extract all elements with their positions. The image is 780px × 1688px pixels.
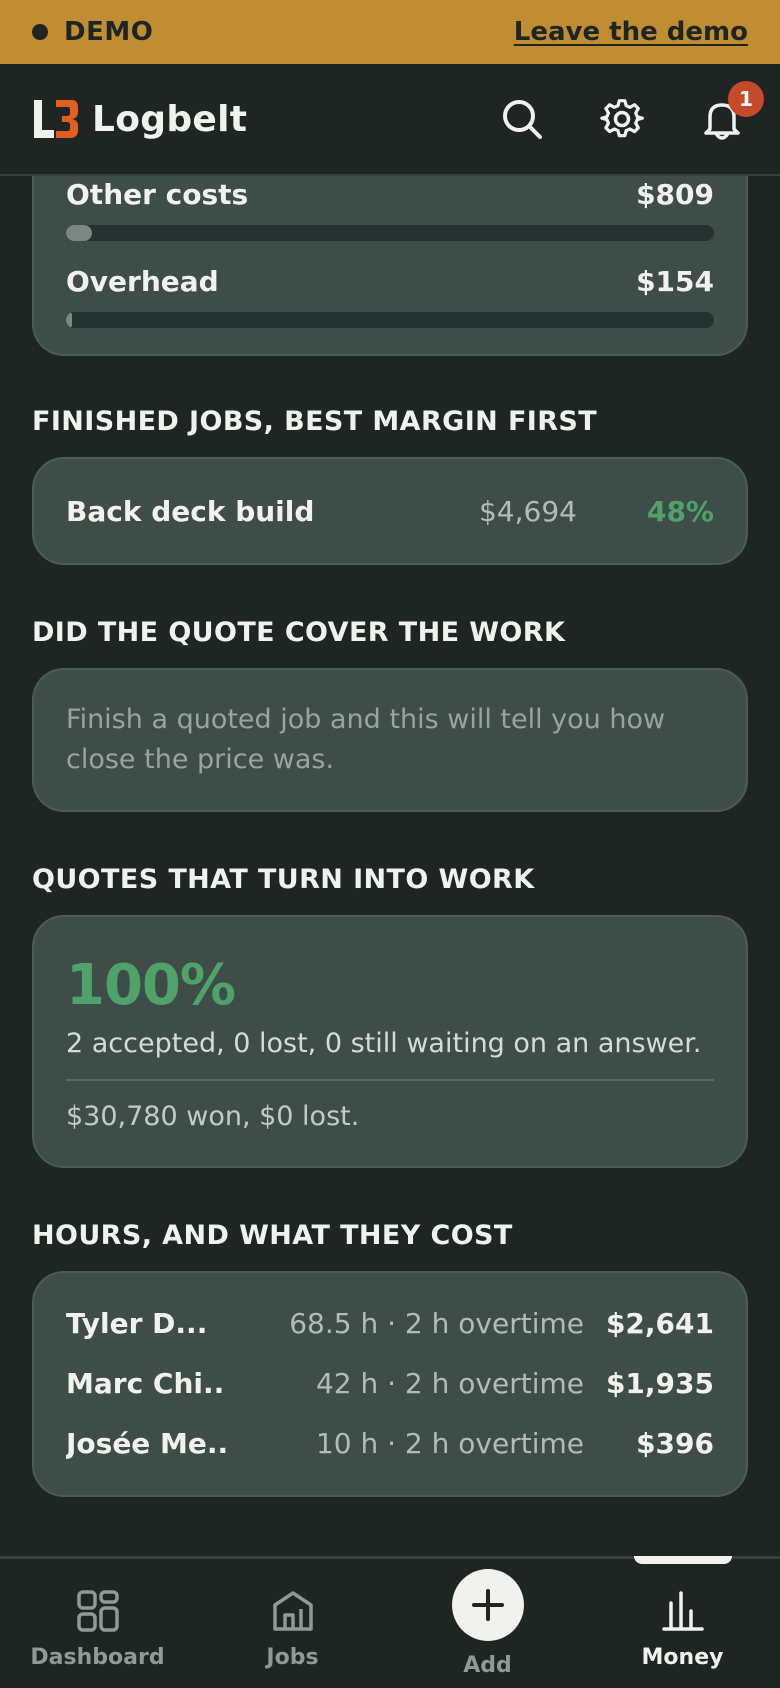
conversion-money: $30,780 won, $0 lost. <box>66 1101 360 1132</box>
quote-cover-title: DID THE QUOTE COVER THE WORK <box>32 617 566 648</box>
worker-hours: 68.5 h · 2 h overtime <box>289 1306 584 1340</box>
nav-dashboard[interactable]: Dashboard <box>0 1559 195 1670</box>
demo-dot-icon <box>32 24 48 40</box>
brand-name: Logbelt <box>92 98 248 140</box>
nav-label: Dashboard <box>30 1645 165 1670</box>
cost-amount: $809 <box>636 178 714 211</box>
cost-bar-fill <box>66 225 92 241</box>
hours-row[interactable]: Josée Me... 10 h · 2 h overtime $396 <box>66 1413 714 1473</box>
cost-label: Overhead <box>66 265 219 298</box>
add-button[interactable] <box>451 1569 524 1641</box>
dashboard-icon <box>76 1590 119 1632</box>
finished-jobs-card: Back deck build $4,694 48% <box>32 457 748 565</box>
cost-bar-overhead <box>66 312 714 328</box>
house-icon <box>272 1591 313 1631</box>
hours-row[interactable]: Tyler D... 68.5 h · 2 h overtime $2,641 <box>66 1293 714 1353</box>
quote-conversion-card: 100% 2 accepted, 0 lost, 0 still waiting… <box>32 915 748 1168</box>
brand[interactable]: Logbelt <box>32 98 247 140</box>
logbelt-logo-icon <box>34 100 78 138</box>
divider <box>66 1079 714 1081</box>
worker-hours: 10 h · 2 h overtime <box>315 1426 584 1460</box>
job-margin: 48% <box>646 494 714 528</box>
demo-indicator: DEMO <box>32 17 153 47</box>
nav-label: Jobs <box>266 1645 319 1670</box>
job-amount: $4,694 <box>478 494 577 528</box>
conversion-percent: 100% <box>66 953 236 1018</box>
demo-banner: DEMO Leave the demo <box>0 0 780 64</box>
leave-demo-link[interactable]: Leave the demo <box>514 17 748 47</box>
active-tab-indicator <box>633 1556 732 1564</box>
hours-card: Tyler D... 68.5 h · 2 h overtime $2,641 … <box>32 1271 748 1497</box>
cost-amount: $154 <box>636 265 714 298</box>
quote-cover-message: Finish a quoted job and this will tell y… <box>66 704 666 775</box>
hours-row[interactable]: Marc Chi... 42 h · 2 h overtime $1,935 <box>66 1353 714 1413</box>
search-icon <box>503 100 542 139</box>
worker-cost: $2,641 <box>605 1306 714 1340</box>
nav-label: Money <box>641 1645 724 1670</box>
worker-cost: $1,935 <box>605 1366 714 1400</box>
worker-name: Josée Me... <box>66 1426 226 1460</box>
nav-jobs[interactable]: Jobs <box>195 1559 390 1670</box>
plus-icon <box>471 1589 504 1621</box>
worker-name: Tyler D... <box>66 1306 208 1340</box>
cost-label: Other costs <box>66 178 249 211</box>
nav-add[interactable]: Add <box>390 1559 585 1678</box>
conversion-summary: 2 accepted, 0 lost, 0 still waiting on a… <box>66 1028 702 1059</box>
bottom-nav: Dashboard Jobs Add Money <box>0 1556 780 1688</box>
cost-bar-other <box>66 225 714 241</box>
cost-row-overhead: Overhead $154 <box>66 265 714 298</box>
search-button[interactable] <box>496 93 548 145</box>
worker-name: Marc Chi... <box>66 1366 226 1400</box>
worker-cost: $396 <box>636 1426 714 1460</box>
settings-button[interactable] <box>596 93 648 145</box>
notification-count-badge: 1 <box>728 81 764 117</box>
cost-row-other: Other costs $809 <box>66 178 714 211</box>
hours-title: HOURS, AND WHAT THEY COST <box>32 1220 513 1251</box>
bar-chart-icon <box>661 1591 704 1631</box>
quote-cover-card: Finish a quoted job and this will tell y… <box>32 668 748 812</box>
cost-bar-fill <box>66 312 72 328</box>
demo-label: DEMO <box>64 17 154 47</box>
quote-conversion-title: QUOTES THAT TURN INTO WORK <box>32 864 535 895</box>
nav-money[interactable]: Money <box>585 1556 780 1670</box>
cost-breakdown-card: Other costs $809 Overhead $154 <box>32 170 748 356</box>
app-header: Logbelt 1 <box>0 64 780 176</box>
nav-label: Add <box>463 1653 512 1678</box>
gear-icon <box>600 99 644 138</box>
notifications-button[interactable]: 1 <box>696 81 764 145</box>
header-actions: 1 <box>496 81 764 145</box>
finished-jobs-title: FINISHED JOBS, BEST MARGIN FIRST <box>32 406 598 437</box>
money-content[interactable]: Other costs $809 Overhead $154 FINISHED … <box>32 170 748 1497</box>
job-name: Back deck build <box>66 494 315 528</box>
worker-hours: 42 h · 2 h overtime <box>315 1366 584 1400</box>
job-row[interactable]: Back deck build $4,694 48% <box>66 459 714 563</box>
